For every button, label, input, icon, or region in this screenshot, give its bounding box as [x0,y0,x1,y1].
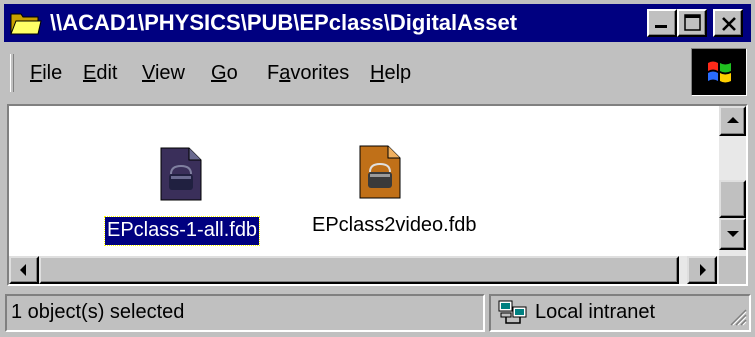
scroll-up-button[interactable] [719,106,746,136]
horizontal-scroll-thumb[interactable] [39,256,679,284]
arrow-down-icon [727,231,739,237]
menu-favorites[interactable]: Favorites [267,59,349,87]
maximize-icon [684,14,701,31]
fdb-file-icon [359,145,401,199]
title-bar[interactable]: \\ACAD1\PHYSICS\PUB\EPclass\DigitalAsset [4,4,751,42]
resize-grip-icon[interactable] [729,308,747,328]
throbber [691,48,747,96]
folder-icon [10,13,42,35]
arrow-left-icon [20,264,26,276]
minimize-icon [655,25,667,28]
scroll-corner [719,256,746,284]
menu-view[interactable]: View [142,59,185,87]
vertical-scroll-thumb[interactable] [719,180,746,218]
status-zone-text: Local intranet [535,301,656,323]
file-item[interactable]: EPclass-1-all.fdb [101,144,271,254]
vertical-scrollbar[interactable] [719,106,746,256]
scroll-left-button[interactable] [9,256,39,284]
horizontal-scrollbar[interactable] [9,256,719,284]
scroll-down-button[interactable] [719,218,746,250]
fdb-file-icon [160,147,202,201]
menu-grip[interactable] [10,54,14,92]
status-zone-panel: Local intranet [489,294,751,332]
file-name-label: EPclass-1-all.fdb [103,216,261,246]
close-icon [722,17,736,31]
intranet-icon [498,300,527,324]
file-list-view[interactable]: EPclass-1-all.fdb EPclass2video.fdb [7,104,748,286]
menu-go[interactable]: Go [211,59,238,87]
explorer-window: \\ACAD1\PHYSICS\PUB\EPclass\DigitalAsset… [0,0,755,337]
minimize-button[interactable] [647,9,677,37]
menu-bar: File Edit View Go Favorites Help [4,46,751,100]
maximize-button[interactable] [677,9,707,37]
menu-help[interactable]: Help [370,59,411,87]
arrow-up-icon [727,117,739,123]
menu-edit[interactable]: Edit [83,59,117,87]
file-item[interactable]: EPclass2video.fdb [304,144,494,254]
windows-logo-icon [708,61,731,83]
arrow-right-icon [700,264,706,276]
status-selection: 1 object(s) selected [5,294,485,332]
file-name-label: EPclass2video.fdb [312,214,477,236]
window-title: \\ACAD1\PHYSICS\PUB\EPclass\DigitalAsset [50,10,518,35]
close-button[interactable] [713,9,743,37]
scroll-right-button[interactable] [687,256,717,284]
menu-file[interactable]: File [30,59,62,87]
